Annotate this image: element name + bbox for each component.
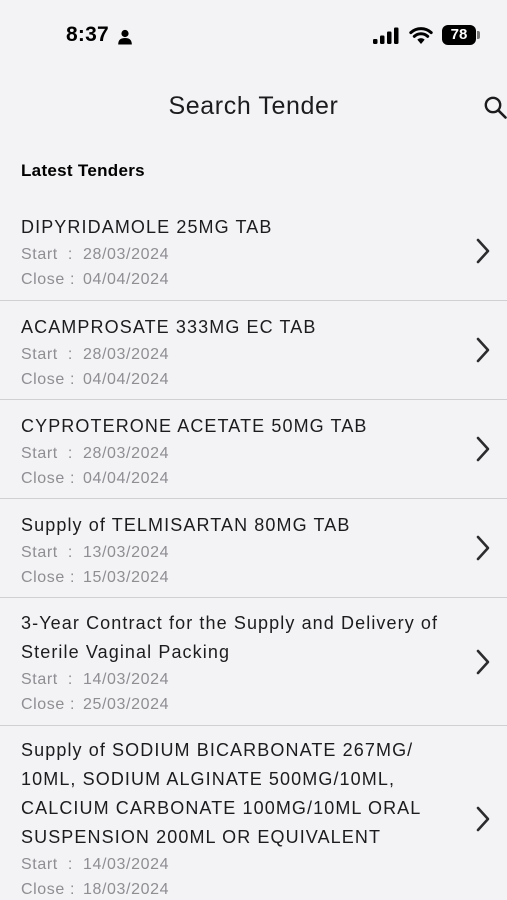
start-label: Start : [21,246,73,263]
tender-start-date: Start : 28/03/2024 [0,242,507,267]
chevron-right-icon [476,806,490,832]
battery-icon: 78 [442,25,476,45]
close-label: Close : [21,271,75,288]
chevron-right-icon [476,337,490,363]
start-label: Start : [21,671,73,688]
start-value: 13/03/2024 [83,544,170,561]
tender-close-date: Close : 15/03/2024 [0,565,507,590]
tender-name: DIPYRIDAMOLE 25MG TAB [21,217,273,237]
page-title: Search Tender [168,92,339,120]
start-value: 28/03/2024 [83,246,170,263]
status-time: 8:37 [66,23,109,46]
close-value: 04/04/2024 [83,371,170,388]
tender-start-date: Start : 28/03/2024 [0,441,507,466]
tender-close-date: Close : 04/04/2024 [0,466,507,491]
close-label: Close : [21,569,75,586]
tender-name: Supply of TELMISARTAN 80MG TAB [21,515,351,535]
close-value: 04/04/2024 [83,271,170,288]
tender-start-date: Start : 14/03/2024 [0,667,507,692]
status-bar: 8:37 78 [0,0,507,60]
tender-item[interactable]: 3-Year Contract for the Supply and Deliv… [0,598,507,726]
start-value: 14/03/2024 [83,856,170,873]
start-label: Start : [21,856,73,873]
tender-name: ACAMPROSATE 333MG EC TAB [21,317,317,337]
close-value: 15/03/2024 [83,569,170,586]
close-value: 18/03/2024 [83,881,170,898]
start-label: Start : [21,544,73,561]
screen: 8:37 78 Search Tender Latest Tenders DIP… [0,0,507,900]
tender-close-date: Close : 25/03/2024 [0,692,507,717]
tender-close-date: Close : 04/04/2024 [0,267,507,292]
start-value: 28/03/2024 [83,346,170,363]
chevron-right-icon [476,238,490,263]
tender-item[interactable]: ACAMPROSATE 333MG EC TAB Start : 28/03/20… [0,301,507,400]
tender-item[interactable]: CYPROTERONE ACETATE 50MG TAB Start : 28/0… [0,400,507,499]
close-label: Close : [21,696,75,713]
battery-cap [477,31,480,39]
section-title: Latest Tenders [21,161,145,180]
close-label: Close : [21,881,75,898]
tender-close-date: Close : 18/03/2024 [0,877,507,900]
start-value: 14/03/2024 [83,671,170,688]
search-icon[interactable] [483,95,507,121]
person-icon [118,29,132,45]
tender-name: 3-Year Contract for the Supply and Deliv… [21,613,439,662]
tender-start-date: Start : 28/03/2024 [0,342,507,367]
chevron-right-icon [476,535,490,561]
start-value: 28/03/2024 [83,445,170,462]
wifi-icon [409,27,433,44]
start-label: Start : [21,445,73,462]
tender-item[interactable]: DIPYRIDAMOLE 25MG TAB Start :28/03/2024 … [0,201,507,301]
chevron-right-icon [476,436,490,462]
close-label: Close : [21,371,75,388]
tender-list: DIPYRIDAMOLE 25MG TAB Start :28/03/2024 … [0,201,507,900]
chevron-right-icon [476,649,490,674]
tender-close-date: Close : 04/04/2024 [0,367,507,392]
close-value: 25/03/2024 [83,696,170,713]
signal-icon [373,27,399,44]
tender-start-date: Start : 13/03/2024 [0,540,507,565]
close-label: Close : [21,470,75,487]
tender-item[interactable]: Supply of TELMISARTAN 80MG TAB Start : 13… [0,499,507,598]
tender-name: Supply of SODIUM BICARBONATE 267MG/ 10ML… [21,740,421,847]
close-value: 04/04/2024 [83,470,170,487]
tender-item[interactable]: Supply of SODIUM BICARBONATE 267MG/ 10ML… [0,726,507,900]
tender-name: CYPROTERONE ACETATE 50MG TAB [21,416,368,436]
start-label: Start : [21,346,73,363]
tender-start-date: Start : 14/03/2024 [0,852,507,877]
